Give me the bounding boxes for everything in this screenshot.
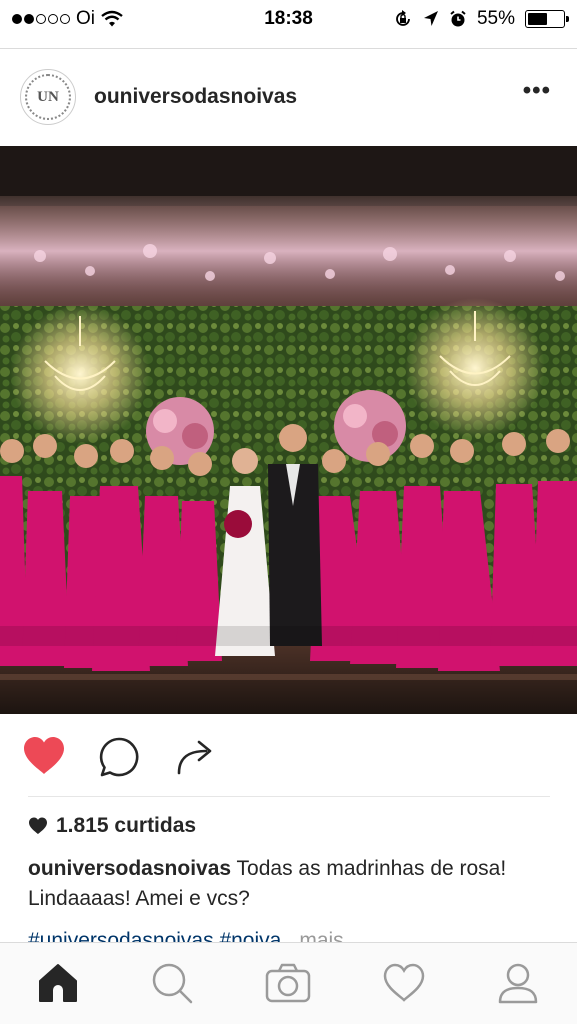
more-options-icon[interactable]: ••• <box>523 77 551 105</box>
camera-icon[interactable] <box>264 961 312 1005</box>
avatar-logo: UN <box>25 74 71 120</box>
battery-fill <box>528 13 547 25</box>
avatar[interactable]: UN <box>20 69 76 125</box>
small-heart-icon <box>29 817 47 835</box>
alarm-icon <box>450 10 466 27</box>
activity-heart-icon[interactable] <box>382 961 426 1005</box>
caption-hashtags[interactable]: #universodasnoivas #noiva <box>28 929 281 942</box>
heart-icon[interactable] <box>22 736 66 776</box>
likes-label: 1.815 curtidas <box>56 814 197 837</box>
more-link[interactable]: mais <box>299 929 343 942</box>
comment-icon[interactable] <box>98 736 140 778</box>
post-actions <box>0 714 577 796</box>
tab-bar <box>0 942 577 1024</box>
battery-percent: 55% <box>476 8 515 29</box>
actions-divider <box>28 796 550 797</box>
post-image[interactable] <box>0 146 577 714</box>
caption-username[interactable]: ouniversodasnoivas <box>28 857 231 880</box>
post-username[interactable]: ouniversodasnoivas <box>94 85 297 109</box>
battery-icon <box>525 10 569 28</box>
orientation-lock-icon <box>396 10 410 26</box>
post-image-illustration <box>0 146 577 714</box>
status-right: 55% <box>393 8 569 30</box>
search-icon[interactable] <box>150 961 194 1005</box>
post-header: UN ouniversodasnoivas ••• <box>0 48 577 146</box>
share-icon[interactable] <box>176 736 216 776</box>
location-arrow-icon <box>423 11 438 26</box>
profile-icon[interactable] <box>496 961 540 1005</box>
home-icon[interactable] <box>36 961 80 1005</box>
status-bar: Oi 18:38 55% <box>0 0 577 40</box>
likes-count[interactable]: 1.815 curtidas <box>28 814 196 838</box>
caption: ouniversodasnoivas Todas as madrinhas de… <box>28 854 558 914</box>
caption-hashtags-row: #universodasnoivas #noiva mais <box>28 926 558 942</box>
